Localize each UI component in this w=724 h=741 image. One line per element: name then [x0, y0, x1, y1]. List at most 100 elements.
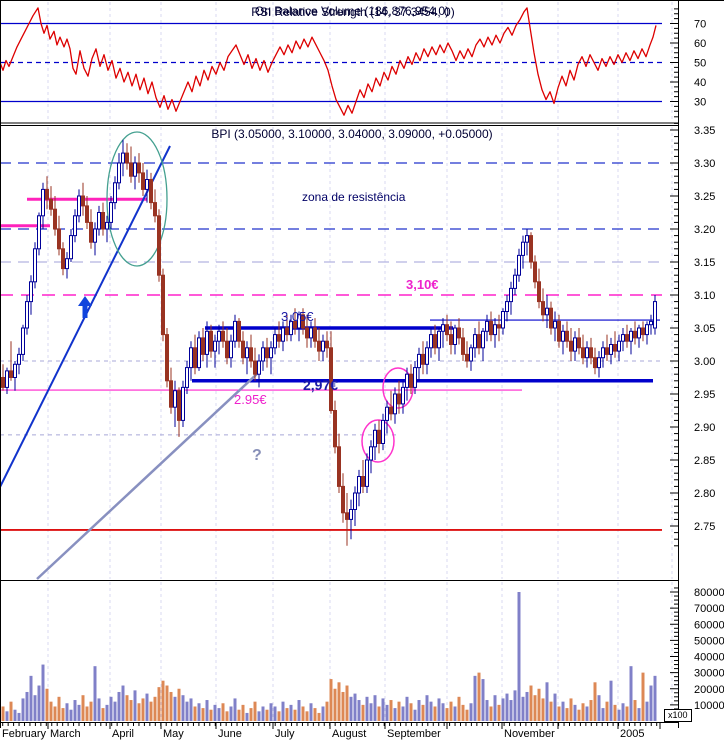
- price-level-label-305: 3,05€: [281, 309, 314, 324]
- rsi-axis-label: 70: [694, 19, 706, 31]
- candle-body: [157, 215, 161, 276]
- volume-bar: [297, 700, 301, 721]
- candle-body: [453, 327, 457, 345]
- volume-bar: [201, 708, 205, 721]
- volume-bar: [633, 700, 637, 721]
- volume-bar: [169, 691, 173, 721]
- candle-body: [357, 476, 361, 494]
- volume-bar: [277, 711, 281, 721]
- volume-bar: [569, 698, 573, 721]
- volume-bar: [645, 701, 649, 721]
- volume-bar: [393, 708, 397, 721]
- up-arrow-icon: [82, 305, 88, 318]
- volume-bar: [593, 682, 597, 721]
- candle-body: [465, 353, 469, 362]
- candle-body: [633, 330, 637, 339]
- volume-bar: [25, 691, 29, 721]
- candle-body: [425, 347, 429, 365]
- chart-window: 70 60 50 40 30 3.35 3.30 3.25 3.20 3.15 3.10 3.05 3.…: [0, 0, 724, 741]
- candle-body: [573, 337, 577, 352]
- candle-body: [241, 340, 245, 359]
- up-arrow-icon: [78, 296, 92, 306]
- candle-body: [545, 307, 549, 316]
- candle-body: [169, 380, 173, 408]
- volume-bar: [553, 693, 557, 721]
- candle-body: [341, 485, 345, 514]
- volume-bar: [289, 704, 293, 721]
- candle-body: [313, 327, 317, 342]
- candle-body: [209, 330, 213, 352]
- volume-bar: [637, 708, 641, 721]
- candle-body: [581, 347, 585, 359]
- candle-body: [493, 324, 497, 336]
- volume-bar: [313, 708, 317, 721]
- volume-bar: [77, 704, 81, 721]
- candle-body: [217, 330, 221, 342]
- price-axis-label: 3.35: [694, 125, 715, 137]
- volume-bar: [121, 685, 125, 721]
- volume-bar: [1, 706, 5, 721]
- candle-body: [389, 406, 393, 415]
- volume-bar: [389, 700, 393, 721]
- candle-body: [401, 386, 405, 405]
- volume-bar: [57, 696, 61, 721]
- candle-body: [285, 327, 289, 336]
- volume-bar: [533, 695, 537, 721]
- volume-bar: [441, 703, 445, 721]
- volume-bar: [217, 708, 221, 721]
- candle-body: [17, 353, 21, 365]
- candle-body: [273, 334, 277, 349]
- candle-body: [469, 347, 473, 362]
- month-label: April: [112, 728, 134, 740]
- volume-bar: [581, 703, 585, 721]
- volume-bar: [161, 680, 165, 721]
- volume-bar: [237, 709, 241, 721]
- candle-body: [321, 340, 325, 352]
- volume-bar: [189, 698, 193, 721]
- candle-body: [577, 337, 581, 349]
- candle-body: [609, 344, 613, 355]
- volume-bar: [109, 696, 113, 721]
- candle-body: [477, 334, 481, 349]
- candle-body: [145, 179, 149, 190]
- candle-body: [525, 235, 529, 243]
- candle-body: [617, 340, 621, 352]
- candle-body: [533, 261, 537, 283]
- candle-body: [549, 307, 553, 329]
- volume-bar: [125, 695, 129, 721]
- volume-bar: [453, 706, 457, 721]
- volume-bar: [361, 704, 365, 721]
- candle-body: [33, 248, 37, 283]
- candle-body: [589, 347, 593, 359]
- volume-bar: [233, 698, 237, 721]
- volume-bar: [85, 706, 89, 721]
- volume-bar: [29, 675, 33, 721]
- candle-body: [393, 393, 397, 415]
- volume-bar: [541, 698, 545, 721]
- candle-body: [641, 327, 645, 336]
- candle-body: [625, 334, 629, 342]
- candle-body: [193, 347, 197, 369]
- volume-bar: [41, 664, 45, 721]
- candle-body: [73, 215, 77, 237]
- volume-bar: [473, 675, 477, 721]
- volume-bar: [81, 695, 85, 721]
- candle-body: [213, 340, 217, 352]
- rsi-axis-label: 60: [694, 38, 706, 50]
- candle-body: [69, 235, 73, 260]
- volume-bar: [497, 704, 501, 721]
- volume-axis-label: 10000: [694, 700, 724, 712]
- volume-bar: [9, 701, 13, 721]
- candle-body: [1, 377, 5, 388]
- candle-body: [5, 370, 9, 388]
- candle-body: [385, 406, 389, 421]
- candle-body: [269, 347, 273, 359]
- volume-bar: [429, 701, 433, 721]
- volume-bar: [517, 592, 521, 721]
- volume-bar: [505, 693, 509, 721]
- volume-bar: [281, 701, 285, 721]
- candle-body: [261, 347, 265, 362]
- volume-bar: [117, 691, 121, 721]
- candle-body: [409, 373, 413, 388]
- candle-body: [57, 228, 61, 250]
